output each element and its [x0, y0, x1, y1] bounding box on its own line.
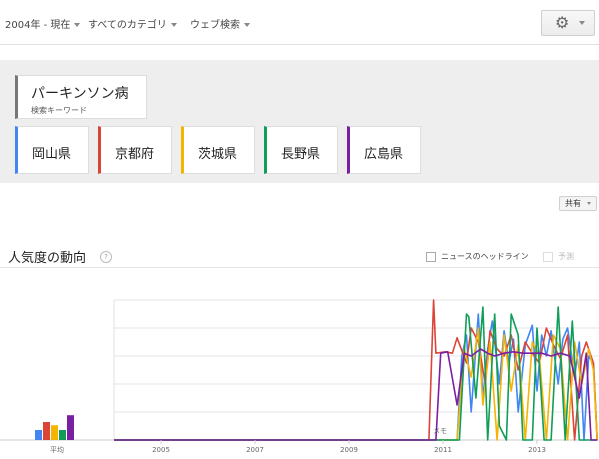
region-card-kyoto[interactable]: 京都府 — [98, 126, 172, 174]
checkbox-icon[interactable] — [426, 251, 436, 262]
search-term-type: 検索キーワード — [31, 106, 87, 115]
x-tick-label: 2005 — [152, 446, 170, 454]
x-tick-label: 2011 — [434, 446, 452, 454]
help-icon[interactable]: ? — [100, 251, 112, 263]
chevron-down-icon — [74, 23, 81, 27]
series-line — [114, 313, 598, 441]
region-label: 茨城県 — [198, 147, 238, 162]
search-term-text: パーキンソン病 — [31, 86, 129, 102]
average-bars — [35, 415, 74, 440]
search-type-dropdown[interactable]: ウェブ検索 — [190, 16, 250, 31]
chevron-down-icon — [587, 202, 591, 205]
average-bar — [35, 430, 42, 440]
time-range-dropdown[interactable]: 2004年 - 現在 — [5, 16, 81, 31]
news-headlines-label: ニュースのヘッドライン — [441, 252, 529, 261]
trend-lines — [114, 299, 598, 441]
average-bar — [59, 430, 66, 440]
x-axis-ticks: 2005 2007 2009 2011 2013 — [152, 440, 546, 454]
region-label: 京都府 — [115, 147, 155, 162]
x-tick-label: 2013 — [528, 446, 546, 454]
search-type-label: ウェブ検索 — [190, 20, 240, 31]
average-bar — [67, 415, 74, 440]
section-title: 人気度の動向 — [8, 251, 87, 266]
share-button[interactable]: 共有 — [559, 196, 597, 211]
forecast-toggle[interactable]: 予測 — [543, 251, 574, 262]
average-label: 平均 — [50, 445, 64, 454]
divider — [0, 267, 599, 268]
region-card-hiroshima[interactable]: 広島県 — [347, 126, 421, 174]
chevron-down-icon — [579, 21, 585, 25]
region-label: 長野県 — [281, 147, 321, 162]
time-range-label: 2004年 - 現在 — [5, 20, 71, 31]
region-card-ibaraki[interactable]: 茨城県 — [181, 126, 255, 174]
average-bar — [43, 422, 50, 440]
region-card-okayama[interactable]: 岡山県 — [15, 126, 89, 174]
series-line — [114, 306, 598, 441]
category-dropdown[interactable]: すべてのカテゴリ — [88, 16, 177, 31]
forecast-label: 予測 — [558, 252, 574, 261]
series-line — [114, 299, 598, 441]
category-label: すべてのカテゴリ — [88, 20, 167, 31]
gear-icon: ⚙ — [555, 13, 570, 32]
annotation-label: メモ — [433, 427, 447, 435]
chevron-down-icon — [244, 23, 250, 27]
filter-bar: 2004年 - 現在 すべてのカテゴリ ウェブ検索 ⚙ — [0, 0, 599, 45]
chevron-down-icon — [170, 23, 177, 27]
region-card-nagano[interactable]: 長野県 — [264, 126, 338, 174]
checkbox-icon[interactable] — [543, 251, 553, 262]
region-label: 岡山県 — [32, 147, 72, 162]
trend-chart[interactable]: 2005 2007 2009 2011 2013 平均 メモ — [0, 270, 599, 459]
average-bar — [51, 425, 58, 440]
share-label: 共有 — [565, 199, 581, 208]
x-tick-label: 2007 — [246, 446, 264, 454]
settings-button[interactable]: ⚙ — [541, 10, 595, 36]
region-label: 広島県 — [364, 147, 404, 162]
news-headlines-toggle[interactable]: ニュースのヘッドライン — [426, 251, 529, 262]
search-term-card[interactable]: パーキンソン病 検索キーワード — [15, 75, 147, 119]
x-tick-label: 2009 — [340, 446, 358, 454]
